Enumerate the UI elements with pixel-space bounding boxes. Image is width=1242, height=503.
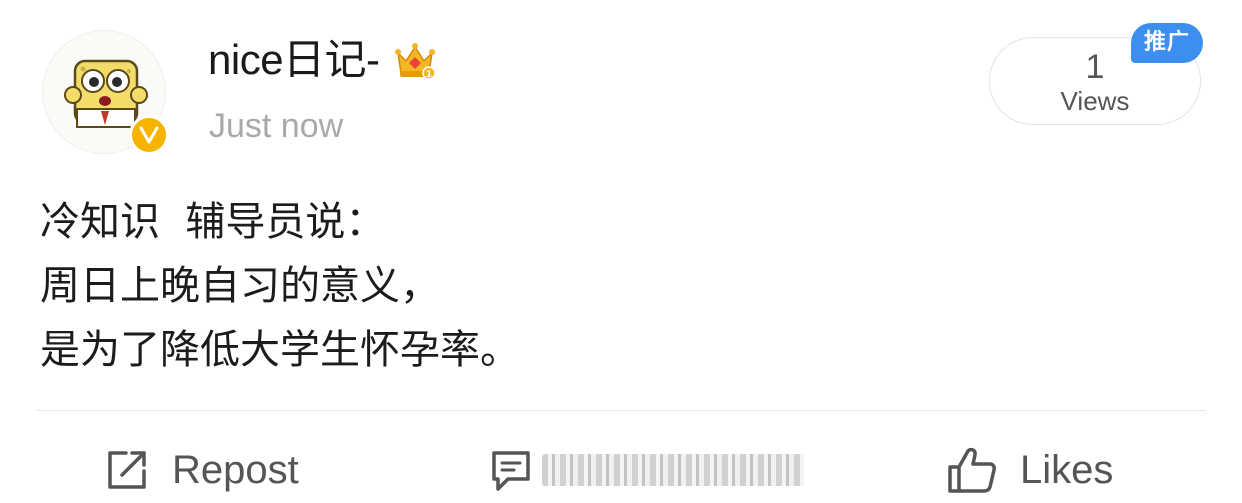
repost-icon	[108, 451, 146, 489]
thumbs-up-icon	[948, 447, 996, 493]
weibo-post-card: nice日记- 1 Just now 1 Views 推广 冷知识 辅导员说： …	[0, 0, 1242, 503]
likes-button[interactable]: Likes	[946, 440, 1113, 500]
action-divider	[36, 410, 1206, 411]
verified-v-icon	[129, 115, 169, 155]
post-text-line: 周日上晚自习的意义，	[40, 263, 440, 309]
repost-label: Repost	[172, 447, 299, 492]
comment-button[interactable]	[490, 440, 804, 500]
post-timestamp: Just now	[209, 107, 344, 145]
repost-button[interactable]: Repost	[104, 440, 299, 500]
author-row: nice日记- 1	[208, 30, 438, 90]
svg-text:1: 1	[425, 70, 431, 80]
post-content: 冷知识 辅导员说： 周日上晚自习的意义， 是为了降低大学生怀孕率。	[40, 190, 1140, 382]
comment-icon	[492, 451, 530, 491]
views-label: Views	[1060, 86, 1130, 116]
likes-label: Likes	[1020, 447, 1114, 492]
crown-icon[interactable]: 1	[392, 37, 438, 83]
promo-badge: 推广	[1131, 23, 1203, 63]
post-text-line: 是为了降低大学生怀孕率。	[40, 327, 520, 373]
post-text-line: 冷知识 辅导员说：	[40, 199, 386, 245]
author-name[interactable]: nice日记-	[208, 30, 380, 90]
comment-label-blurred	[542, 454, 804, 486]
